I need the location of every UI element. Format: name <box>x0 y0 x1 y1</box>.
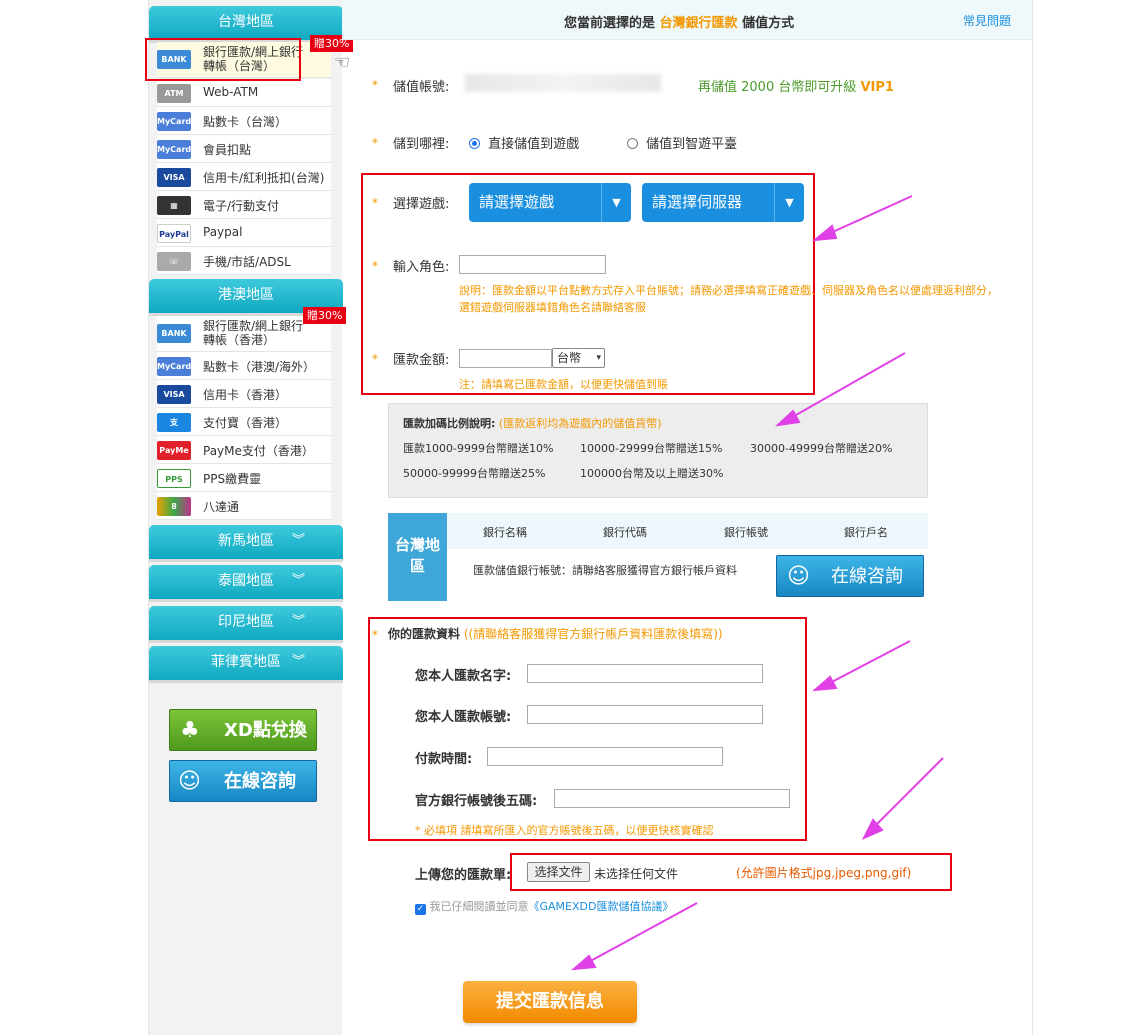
annotation-arrow <box>825 640 911 686</box>
annotation-arrow <box>584 902 698 965</box>
annotation-arrows <box>570 195 944 971</box>
annotation-arrow <box>825 195 913 236</box>
annotation-arrowhead <box>570 954 597 971</box>
annotation-arrowhead <box>811 224 838 242</box>
annotation-arrowhead <box>811 675 838 692</box>
annotation-arrow <box>871 757 944 830</box>
annotation-arrow <box>788 352 906 420</box>
annotation-arrowhead <box>774 409 801 427</box>
